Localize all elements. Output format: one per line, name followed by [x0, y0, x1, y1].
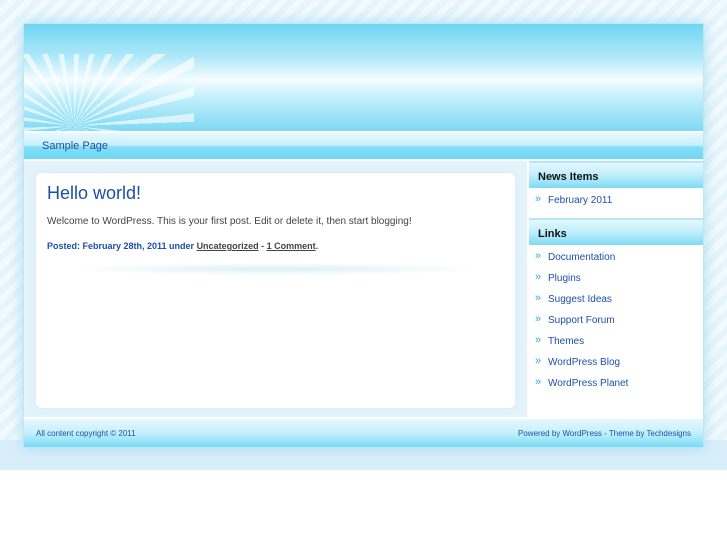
link-item[interactable]: » Plugins [529, 269, 703, 290]
post-meta: Posted: February 28th, 2011 under Uncate… [47, 241, 318, 251]
copyright-text: All content copyright © 2011 [36, 429, 136, 438]
link-label: Plugins [548, 273, 581, 284]
link-item[interactable]: » Themes [529, 332, 703, 353]
nav-sample-page[interactable]: Sample Page [42, 140, 108, 152]
category-link[interactable]: Uncategorized [197, 241, 259, 251]
chevron-right-icon: » [535, 271, 541, 283]
link-label: Themes [548, 336, 585, 347]
meta-separator: - [258, 241, 267, 251]
link-label: Documentation [548, 252, 616, 263]
post-title[interactable]: Hello world! [47, 183, 141, 204]
post-meta-prefix: Posted: February 28th, 2011 under [47, 241, 197, 251]
nav-bar: Sample Page [24, 133, 703, 159]
meta-end: . [315, 241, 319, 251]
link-item[interactable]: » WordPress Planet [529, 374, 703, 395]
sidebar: News Items » February 2011 Links » Documen… [529, 161, 703, 417]
chevron-right-icon: » [535, 292, 541, 304]
news-list: » February 2011 [529, 188, 703, 218]
chevron-right-icon: » [535, 250, 541, 262]
main-content: Hello world! Welcome to WordPress. This … [24, 161, 527, 417]
comments-link[interactable]: 1 Comment [267, 241, 316, 251]
post: Hello world! Welcome to WordPress. This … [36, 173, 515, 408]
links-heading: Links [529, 218, 703, 245]
link-label: Suggest Ideas [548, 294, 612, 305]
links-list: » Documentation » Plugins » Suggest Ideas »… [529, 245, 703, 401]
link-label: Support Forum [548, 315, 615, 326]
sunburst-decoration [24, 54, 194, 131]
credits-text[interactable]: Powered by WordPress - Theme by Techdesi… [518, 429, 691, 438]
link-item[interactable]: » Suggest Ideas [529, 290, 703, 311]
post-divider-shadow [66, 263, 486, 275]
site-container: Sample Page Hello world! Welcome to Word… [23, 23, 704, 448]
chevron-right-icon: » [535, 355, 541, 367]
post-body: Welcome to WordPress. This is your first… [47, 216, 412, 227]
link-item[interactable]: » WordPress Blog [529, 353, 703, 374]
chevron-right-icon: » [535, 313, 541, 325]
link-label: WordPress Blog [548, 357, 621, 368]
news-item[interactable]: » February 2011 [529, 191, 703, 212]
news-items-heading: News Items [529, 161, 703, 188]
chevron-right-icon: » [535, 193, 541, 205]
link-label: WordPress Planet [548, 378, 629, 389]
footer: All content copyright © 2011 Powered by … [24, 419, 703, 447]
chevron-right-icon: » [535, 376, 541, 388]
link-item[interactable]: » Documentation [529, 248, 703, 269]
news-item-label: February 2011 [548, 195, 613, 206]
link-item[interactable]: » Support Forum [529, 311, 703, 332]
chevron-right-icon: » [535, 334, 541, 346]
header-banner [24, 24, 703, 131]
